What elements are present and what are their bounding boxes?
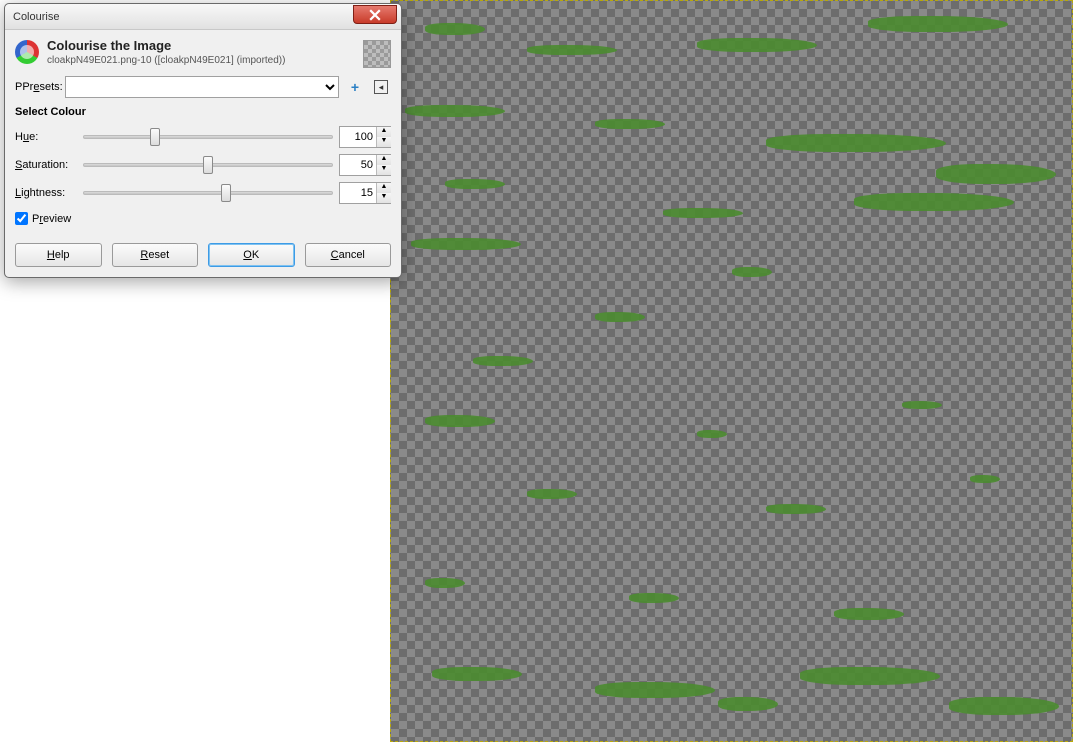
- window-title: Colourise: [13, 11, 353, 23]
- help-button[interactable]: Help: [15, 243, 102, 267]
- lightness-row: Lightness: ▲▼: [15, 182, 391, 204]
- colourise-icon: [15, 40, 39, 64]
- dialog-subtitle: cloakpN49E021.png-10 ([cloakpN49E021] (i…: [47, 55, 355, 66]
- presets-label: PPresets:: [15, 81, 59, 93]
- hue-dec[interactable]: ▼: [377, 137, 391, 147]
- ok-button[interactable]: OK: [208, 243, 295, 267]
- add-preset-button[interactable]: +: [345, 77, 365, 97]
- plus-icon: +: [351, 79, 359, 95]
- lightness-dec[interactable]: ▼: [377, 193, 391, 203]
- image-thumbnail: [363, 40, 391, 68]
- arrow-left-icon: [374, 80, 388, 94]
- lightness-slider[interactable]: [83, 184, 333, 202]
- close-button[interactable]: [353, 5, 397, 24]
- hue-row: Hue: ▲▼: [15, 126, 391, 148]
- saturation-dec[interactable]: ▼: [377, 165, 391, 175]
- close-icon: [369, 9, 381, 21]
- preset-menu-button[interactable]: [371, 77, 391, 97]
- hue-spinbox[interactable]: ▲▼: [339, 126, 391, 148]
- lightness-value[interactable]: [340, 183, 376, 203]
- select-colour-label: Select Colour: [15, 106, 391, 118]
- presets-select[interactable]: [65, 76, 339, 98]
- hue-label: Hue:: [15, 131, 77, 143]
- lightness-spinbox[interactable]: ▲▼: [339, 182, 391, 204]
- colourise-dialog: Colourise Colourise the Image cloakpN49E…: [4, 3, 402, 278]
- cancel-button[interactable]: Cancel: [305, 243, 392, 267]
- hue-inc[interactable]: ▲: [377, 127, 391, 137]
- image-canvas[interactable]: [390, 0, 1073, 742]
- saturation-inc[interactable]: ▲: [377, 155, 391, 165]
- saturation-slider[interactable]: [83, 156, 333, 174]
- saturation-value[interactable]: [340, 155, 376, 175]
- hue-value[interactable]: [340, 127, 376, 147]
- saturation-row: Saturation: ▲▼: [15, 154, 391, 176]
- dialog-header: Colourise the Image cloakpN49E021.png-10…: [15, 38, 391, 68]
- titlebar[interactable]: Colourise: [5, 4, 401, 30]
- hue-slider[interactable]: [83, 128, 333, 146]
- lightness-inc[interactable]: ▲: [377, 183, 391, 193]
- reset-button[interactable]: Reset: [112, 243, 199, 267]
- lightness-label: Lightness:: [15, 187, 77, 199]
- image-content: [391, 1, 1072, 741]
- saturation-label: Saturation:: [15, 159, 77, 171]
- preview-label: Preview: [32, 213, 71, 225]
- preview-checkbox[interactable]: [15, 212, 28, 225]
- dialog-title: Colourise the Image: [47, 38, 355, 53]
- saturation-spinbox[interactable]: ▲▼: [339, 154, 391, 176]
